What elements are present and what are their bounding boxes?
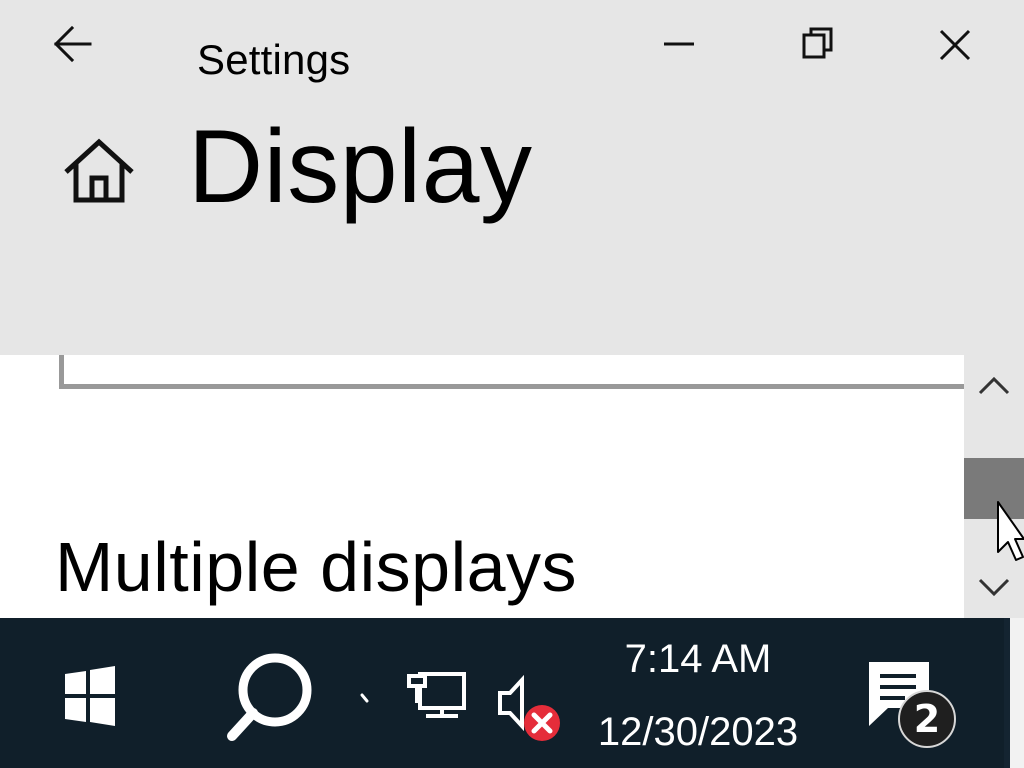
maximize-button[interactable] xyxy=(772,12,862,78)
window-title: Settings xyxy=(197,36,351,83)
back-arrow-icon xyxy=(53,25,92,63)
network-button[interactable] xyxy=(402,666,472,728)
close-icon xyxy=(939,29,971,61)
page-title: Display xyxy=(188,109,533,225)
minimize-button[interactable] xyxy=(634,12,724,78)
home-button[interactable] xyxy=(58,130,140,212)
home-icon xyxy=(64,138,134,203)
vertical-scrollbar[interactable] xyxy=(964,355,1024,618)
title-bar: Settings xyxy=(0,0,1024,100)
tray-chevron-button[interactable] xyxy=(350,686,380,716)
search-icon xyxy=(227,653,312,741)
chevron-down-icon xyxy=(978,578,1010,597)
volume-muted-icon xyxy=(498,674,560,741)
chevron-up-icon xyxy=(978,376,1010,395)
section-heading-multiple-displays: Multiple displays xyxy=(55,528,578,606)
taskbar: 7:14 AM 12/30/2023 2 xyxy=(0,618,1024,768)
start-button[interactable] xyxy=(40,656,140,736)
scroll-down-button[interactable] xyxy=(964,558,1024,618)
tray-chevron-icon xyxy=(360,693,369,703)
volume-button[interactable] xyxy=(490,668,564,744)
search-button[interactable] xyxy=(220,640,330,758)
clock-date: 12/30/2023 xyxy=(597,710,799,754)
scroll-up-button[interactable] xyxy=(964,355,1024,415)
back-button[interactable] xyxy=(38,12,108,76)
settings-window: Settings Display Multiple displays xyxy=(0,0,1024,618)
windows-logo-icon xyxy=(65,666,115,726)
restore-icon xyxy=(802,27,833,59)
minimize-icon xyxy=(664,42,694,46)
clock-time: 7:14 AM xyxy=(624,637,772,681)
right-screen-edge xyxy=(1004,618,1024,768)
close-button[interactable] xyxy=(910,12,1000,78)
notifications-button[interactable]: 2 xyxy=(858,656,964,758)
taskbar-clock[interactable]: 7:14 AM 12/30/2023 xyxy=(578,631,818,759)
display-arrangement-box[interactable] xyxy=(59,355,964,389)
scroll-thumb[interactable] xyxy=(964,458,1024,519)
notification-count-badge: 2 xyxy=(898,690,956,748)
network-icon xyxy=(407,672,466,718)
settings-content: Multiple displays xyxy=(0,355,964,618)
